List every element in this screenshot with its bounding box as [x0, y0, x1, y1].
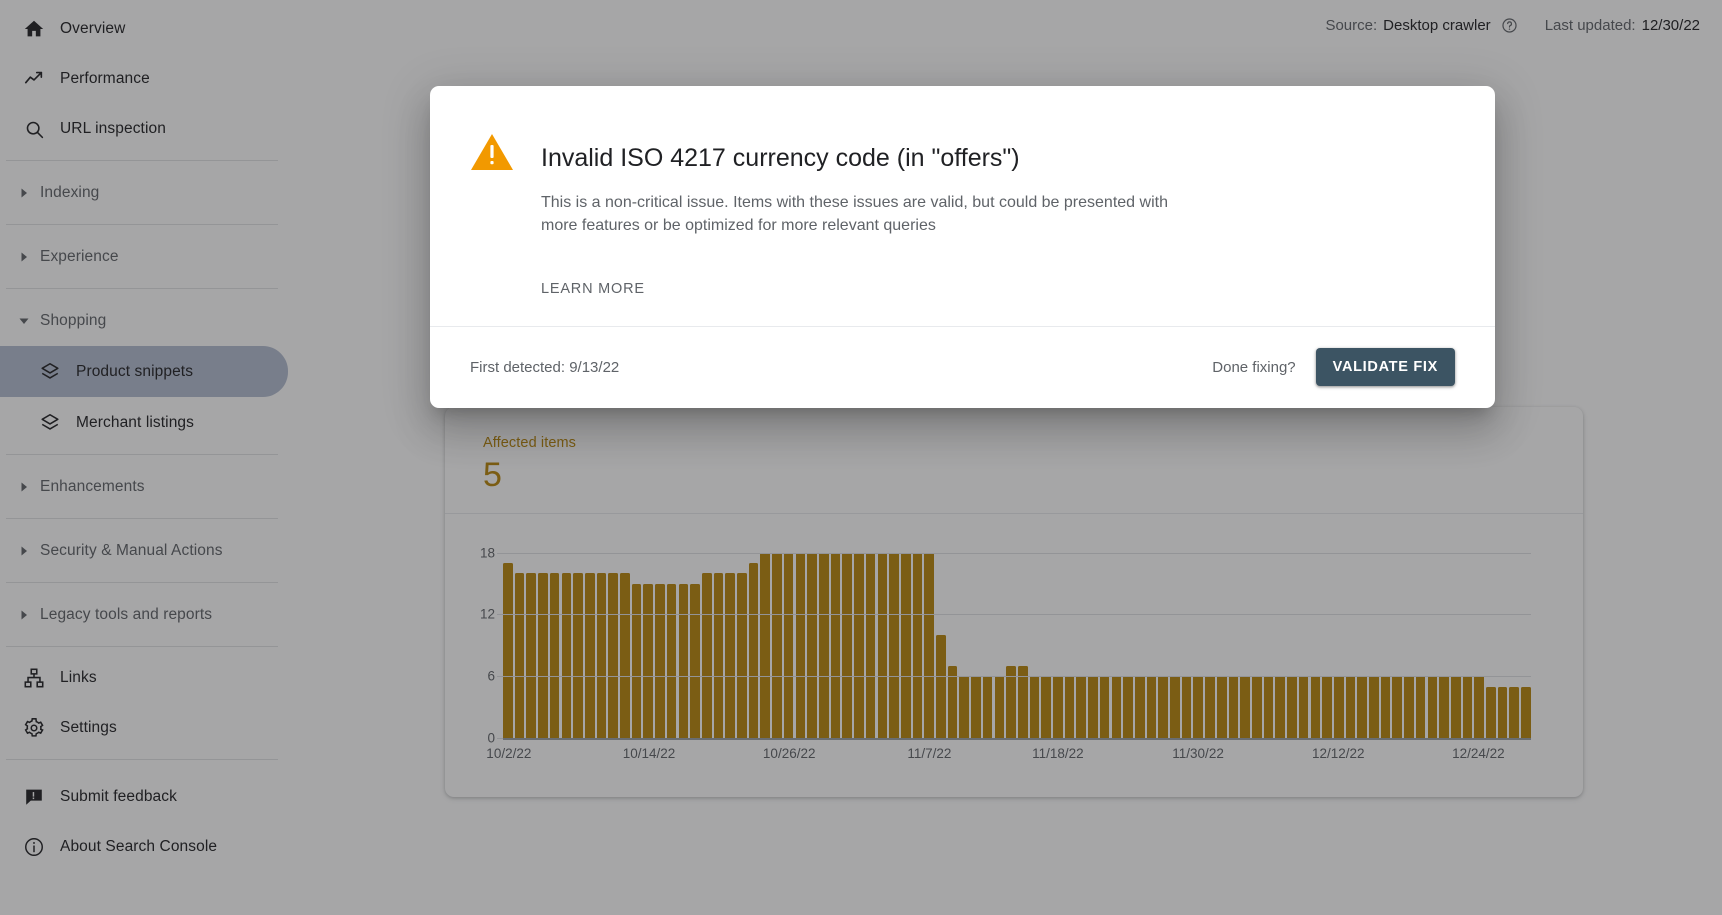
dialog-footer-actions: Done fixing? VALIDATE FIX [1212, 348, 1455, 387]
validate-fix-button[interactable]: VALIDATE FIX [1315, 348, 1455, 387]
app-root: Overview Performance URL inspection Inde… [0, 0, 1722, 915]
dialog-description: This is a non-critical issue. Items with… [541, 193, 1168, 234]
dialog-body: Invalid ISO 4217 currency code (in "offe… [430, 86, 1495, 326]
issue-details-dialog: Invalid ISO 4217 currency code (in "offe… [430, 86, 1495, 409]
dialog-footer: First detected: 9/13/22 Done fixing? VAL… [430, 327, 1495, 408]
dialog-text-block: Invalid ISO 4217 currency code (in "offe… [541, 126, 1201, 298]
learn-more-link[interactable]: LEARN MORE [541, 281, 645, 297]
warning-triangle-icon [470, 126, 514, 298]
first-detected-text: First detected: 9/13/22 [470, 358, 620, 376]
dialog-title: Invalid ISO 4217 currency code (in "offe… [541, 143, 1020, 172]
done-fixing-label: Done fixing? [1212, 358, 1296, 376]
